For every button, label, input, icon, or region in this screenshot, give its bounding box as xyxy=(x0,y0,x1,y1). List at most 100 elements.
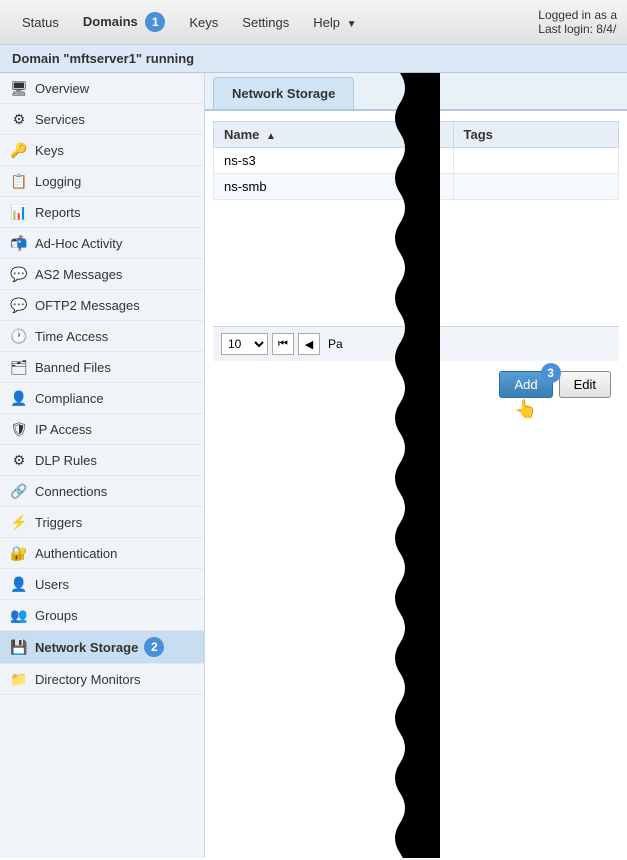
sidebar-item-triggers[interactable]: ⚡ Triggers xyxy=(0,507,204,538)
add-badge: 3 xyxy=(541,363,561,383)
networkstorage-icon: 💾 xyxy=(10,638,28,656)
sidebar-label-triggers: Triggers xyxy=(35,515,82,530)
services-icon: ⚙ xyxy=(10,110,28,128)
domain-banner: Domain "mftserver1" running xyxy=(0,45,627,73)
sidebar-label-bannedfiles: Banned Files xyxy=(35,360,111,375)
nav-keys[interactable]: Keys xyxy=(177,9,230,36)
cursor-hand-icon: 👆 xyxy=(515,399,537,420)
sidebar-item-dlp[interactable]: ⚙ DLP Rules xyxy=(0,445,204,476)
login-text: Logged in as a xyxy=(538,8,617,22)
per-page-select[interactable]: 10 25 50 100 xyxy=(221,333,268,355)
sidebar-label-oftp2: OFTP2 Messages xyxy=(35,298,140,313)
sidebar-label-logging: Logging xyxy=(35,174,81,189)
bannedfiles-icon: 🗂 xyxy=(10,358,28,376)
sidebar-item-users[interactable]: 👤 Users xyxy=(0,569,204,600)
sidebar-label-compliance: Compliance xyxy=(35,391,104,406)
sidebar-item-services[interactable]: ⚙ Services xyxy=(0,104,204,135)
tab-networkstorage-label: Network Storage xyxy=(232,86,335,101)
sidebar-item-groups[interactable]: 👥 Groups xyxy=(0,600,204,631)
sidebar-item-bannedfiles[interactable]: 🗂 Banned Files xyxy=(0,352,204,383)
ipaccess-icon: 🛡 xyxy=(10,420,28,438)
domain-banner-text: Domain "mftserver1" running xyxy=(12,51,194,66)
table-row[interactable]: ns-smb xyxy=(214,174,619,200)
tab-networkstorage[interactable]: Network Storage xyxy=(213,77,354,109)
sidebar-item-overview[interactable]: 🖥 Overview xyxy=(0,73,204,104)
login-info: Logged in as a Last login: 8/4/ xyxy=(538,8,617,36)
sidebar-label-overview: Overview xyxy=(35,81,89,96)
keys-icon: 🔑 xyxy=(10,141,28,159)
sidebar-item-adhoc[interactable]: 📬 Ad-Hoc Activity xyxy=(0,228,204,259)
sidebar-label-as2: AS2 Messages xyxy=(35,267,122,282)
nav-settings[interactable]: Settings xyxy=(230,9,301,36)
content-area: Network Storage Name ▲ Tags xyxy=(205,73,627,858)
col-name-label: Name xyxy=(224,127,259,142)
compliance-icon: 👤 xyxy=(10,389,28,407)
sidebar-item-reports[interactable]: 📊 Reports xyxy=(0,197,204,228)
as2-icon: 💬 xyxy=(10,265,28,283)
action-buttons: Add 3 👆 Edit xyxy=(213,361,619,408)
directorymonitors-icon: 📁 xyxy=(10,670,28,688)
sidebar-label-reports: Reports xyxy=(35,205,81,220)
sidebar-label-ipaccess: IP Access xyxy=(35,422,92,437)
col-name[interactable]: Name ▲ xyxy=(214,122,454,148)
main-layout: 🖥 Overview ⚙ Services 🔑 Keys 📋 Logging 📊… xyxy=(0,73,627,858)
sidebar-label-keys: Keys xyxy=(35,143,64,158)
triggers-icon: ⚡ xyxy=(10,513,28,531)
sidebar-item-oftp2[interactable]: 💬 OFTP2 Messages xyxy=(0,290,204,321)
add-button-label: Add xyxy=(514,377,537,392)
prev-page-button[interactable]: ◀ xyxy=(298,333,320,355)
timeaccess-icon: 🕐 xyxy=(10,327,28,345)
sidebar-item-ipaccess[interactable]: 🛡 IP Access xyxy=(0,414,204,445)
sidebar-label-dlp: DLP Rules xyxy=(35,453,97,468)
sidebar-label-networkstorage: Network Storage xyxy=(35,640,138,655)
sidebar-item-authentication[interactable]: 🔐 Authentication xyxy=(0,538,204,569)
sidebar-item-as2[interactable]: 💬 AS2 Messages xyxy=(0,259,204,290)
sidebar-label-groups: Groups xyxy=(35,608,78,623)
sidebar-item-timeaccess[interactable]: 🕐 Time Access xyxy=(0,321,204,352)
sidebar-item-logging[interactable]: 📋 Logging xyxy=(0,166,204,197)
nav-help[interactable]: Help ▼ xyxy=(301,9,368,36)
reports-icon: 📊 xyxy=(10,203,28,221)
users-icon: 👤 xyxy=(10,575,28,593)
overview-icon: 🖥 xyxy=(10,79,28,97)
networkstorage-badge: 2 xyxy=(144,637,164,657)
last-login-text: Last login: 8/4/ xyxy=(538,22,617,36)
sidebar-label-directorymonitors: Directory Monitors xyxy=(35,672,140,687)
first-page-button[interactable]: ⏮ xyxy=(272,333,294,355)
logging-icon: 📋 xyxy=(10,172,28,190)
sidebar-label-adhoc: Ad-Hoc Activity xyxy=(35,236,122,251)
nav-domains[interactable]: Domains 1 xyxy=(71,6,178,38)
pagination-bar: 10 25 50 100 ⏮ ◀ Pa xyxy=(213,326,619,361)
edit-button-label: Edit xyxy=(574,377,596,392)
sort-arrow-name: ▲ xyxy=(266,131,276,142)
sidebar: 🖥 Overview ⚙ Services 🔑 Keys 📋 Logging 📊… xyxy=(0,73,205,858)
page-indicator: Pa xyxy=(328,337,343,351)
oftp2-icon: 💬 xyxy=(10,296,28,314)
sidebar-label-authentication: Authentication xyxy=(35,546,117,561)
col-tags-label: Tags xyxy=(464,127,493,142)
sidebar-label-users: Users xyxy=(35,577,69,592)
connections-icon: 🔗 xyxy=(10,482,28,500)
sidebar-item-networkstorage[interactable]: 💾 Network Storage 2 xyxy=(0,631,204,664)
nav-status[interactable]: Status xyxy=(10,9,71,36)
table-spacer xyxy=(213,200,619,320)
sidebar-item-directorymonitors[interactable]: 📁 Directory Monitors xyxy=(0,664,204,695)
sidebar-label-services: Services xyxy=(35,112,85,127)
sidebar-item-compliance[interactable]: 👤 Compliance xyxy=(0,383,204,414)
top-nav: Status Domains 1 Keys Settings Help ▼ Lo… xyxy=(0,0,627,45)
network-storage-table: Name ▲ Tags ns-s3 ns-smb xyxy=(213,121,619,200)
sidebar-item-connections[interactable]: 🔗 Connections xyxy=(0,476,204,507)
table-row[interactable]: ns-s3 xyxy=(214,148,619,174)
groups-icon: 👥 xyxy=(10,606,28,624)
sidebar-label-timeaccess: Time Access xyxy=(35,329,108,344)
nav-items: Status Domains 1 Keys Settings Help ▼ xyxy=(10,6,369,38)
sidebar-item-keys[interactable]: 🔑 Keys xyxy=(0,135,204,166)
edit-button[interactable]: Edit xyxy=(559,371,611,398)
authentication-icon: 🔐 xyxy=(10,544,28,562)
adhoc-icon: 📬 xyxy=(10,234,28,252)
col-tags: Tags xyxy=(453,122,618,148)
sidebar-label-connections: Connections xyxy=(35,484,107,499)
row-name-ns-s3: ns-s3 xyxy=(214,148,454,174)
dlp-icon: ⚙ xyxy=(10,451,28,469)
row-tags-ns-smb xyxy=(453,174,618,200)
